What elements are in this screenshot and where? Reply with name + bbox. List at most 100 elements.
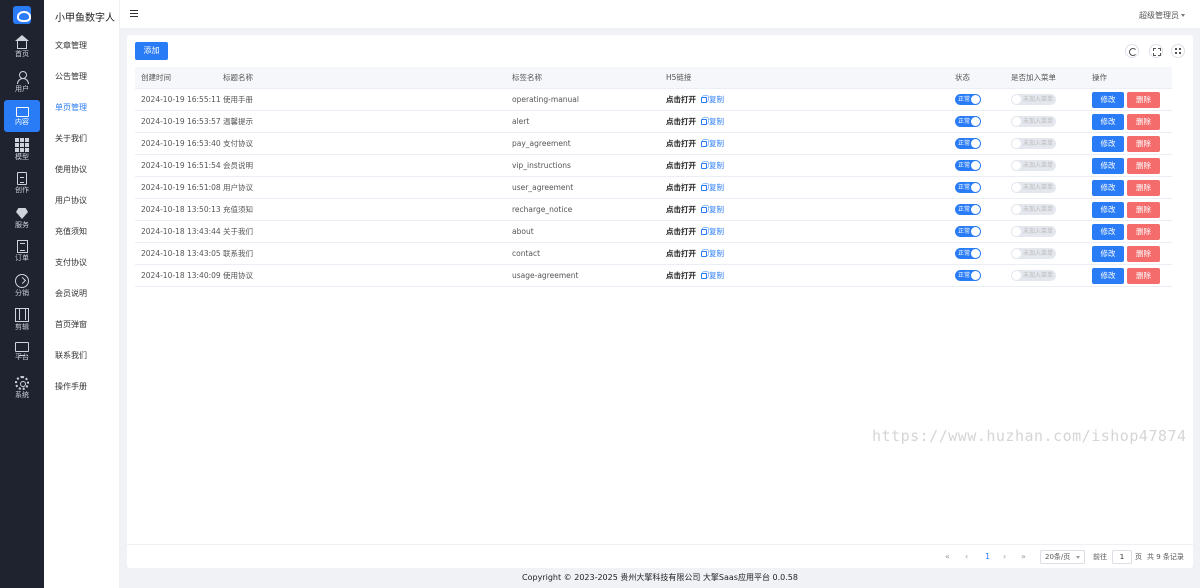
goto-page-input[interactable]: 1 — [1112, 550, 1132, 564]
cell-h5-link: 点击打开 复制 — [666, 155, 724, 176]
edit-button[interactable]: 修改 — [1092, 202, 1124, 218]
rail-item-1[interactable]: 用户 — [4, 66, 40, 98]
menu-toggle[interactable]: 未加入菜单 — [1011, 226, 1056, 237]
status-toggle[interactable]: 正常 — [955, 204, 981, 215]
delete-button[interactable]: 删除 — [1127, 136, 1160, 152]
rail-item-7[interactable]: 分销 — [4, 270, 40, 302]
open-link[interactable]: 点击打开 — [666, 271, 696, 280]
prev-page-icon[interactable]: ‹ — [965, 552, 968, 561]
cell-created-time: 2024-10-18 13:40:09 — [141, 271, 221, 280]
add-button[interactable]: 添加 — [135, 42, 168, 60]
page-number-current[interactable]: 1 — [985, 552, 990, 561]
submenu-item-2[interactable]: 单页管理 — [44, 92, 119, 123]
copy-link-button[interactable]: 复制 — [701, 117, 724, 126]
refresh-icon[interactable] — [1125, 44, 1139, 58]
next-page-icon[interactable]: › — [1003, 552, 1006, 561]
submenu-item-0[interactable]: 文章管理 — [44, 30, 119, 61]
rail-item-9[interactable]: 平台 — [4, 338, 40, 370]
cell-h5-link: 点击打开 复制 — [666, 265, 724, 286]
secondary-menu: 小甲鱼数字人 文章管理 公告管理 单页管理 关于我们 使用协议 用户协议 充值须知 支付协议会… — [44, 0, 120, 588]
page-size-select[interactable]: 20条/页 — [1040, 550, 1085, 564]
status-toggle[interactable]: 正常 — [955, 138, 981, 149]
open-link[interactable]: 点击打开 — [666, 139, 696, 148]
rail-item-10[interactable]: 系统 — [4, 372, 40, 404]
copy-link-button[interactable]: 复制 — [701, 139, 724, 148]
copy-link-button[interactable]: 复制 — [701, 161, 724, 170]
rail-item-6[interactable]: 订单 — [4, 236, 40, 268]
rail-item-2[interactable]: 内容 — [4, 100, 40, 132]
copy-link-button[interactable]: 复制 — [701, 183, 724, 192]
menu-toggle[interactable]: 未加入菜单 — [1011, 204, 1056, 215]
menu-toggle-label: 未加入菜单 — [1023, 96, 1054, 103]
status-toggle[interactable]: 正常 — [955, 94, 981, 105]
delete-button[interactable]: 删除 — [1127, 268, 1160, 284]
open-link[interactable]: 点击打开 — [666, 161, 696, 170]
cell-tag: contact — [512, 249, 541, 258]
edit-button[interactable]: 修改 — [1092, 114, 1124, 130]
edit-button[interactable]: 修改 — [1092, 224, 1124, 240]
submenu-item-6[interactable]: 充值须知 — [44, 216, 119, 247]
delete-button[interactable]: 删除 — [1127, 224, 1160, 240]
status-toggle[interactable]: 正常 — [955, 248, 981, 259]
delete-button[interactable]: 删除 — [1127, 180, 1160, 196]
status-toggle[interactable]: 正常 — [955, 116, 981, 127]
edit-button[interactable]: 修改 — [1092, 268, 1124, 284]
rail-item-8[interactable]: 剪辑 — [4, 304, 40, 336]
edit-button[interactable]: 修改 — [1092, 180, 1124, 196]
open-link[interactable]: 点击打开 — [666, 205, 696, 214]
open-link[interactable]: 点击打开 — [666, 183, 696, 192]
submenu-item-3[interactable]: 关于我们 — [44, 123, 119, 154]
admin-user-menu[interactable]: 超级管理员 — [1139, 10, 1185, 21]
submenu-item-11[interactable]: 操作手册 — [44, 371, 119, 402]
column-settings-icon[interactable] — [1171, 44, 1185, 58]
menu-toggle[interactable]: 未加入菜单 — [1011, 116, 1056, 127]
copy-link-button[interactable]: 复制 — [701, 271, 724, 280]
menu-toggle-icon[interactable] — [130, 10, 138, 17]
open-link[interactable]: 点击打开 — [666, 117, 696, 126]
status-toggle[interactable]: 正常 — [955, 226, 981, 237]
open-link[interactable]: 点击打开 — [666, 249, 696, 258]
rail-item-0[interactable]: 首页 — [4, 32, 40, 64]
copy-link-button[interactable]: 复制 — [701, 205, 724, 214]
menu-toggle[interactable]: 未加入菜单 — [1011, 182, 1056, 193]
edit-button[interactable]: 修改 — [1092, 92, 1124, 108]
menu-toggle[interactable]: 未加入菜单 — [1011, 160, 1056, 171]
status-toggle[interactable]: 正常 — [955, 270, 981, 281]
table-row: 2024-10-19 16:53:40 支付协议 pay_agreement 点击打开… — [135, 133, 1172, 155]
rail-item-3[interactable]: 模型 — [4, 134, 40, 166]
open-link[interactable]: 点击打开 — [666, 95, 696, 104]
menu-toggle[interactable]: 未加入菜单 — [1011, 94, 1056, 105]
submenu-item-9[interactable]: 首页弹窗 — [44, 309, 119, 340]
submenu-item-10[interactable]: 联系我们 — [44, 340, 119, 371]
rail-item-4[interactable]: 创作 — [4, 168, 40, 200]
delete-button[interactable]: 删除 — [1127, 202, 1160, 218]
cell-h5-link: 点击打开 复制 — [666, 221, 724, 242]
submenu-item-5[interactable]: 用户协议 — [44, 185, 119, 216]
edit-button[interactable]: 修改 — [1092, 158, 1124, 174]
last-page-icon[interactable]: » — [1021, 552, 1026, 561]
first-page-icon[interactable]: « — [945, 552, 950, 561]
edit-button[interactable]: 修改 — [1092, 136, 1124, 152]
menu-toggle[interactable]: 未加入菜单 — [1011, 138, 1056, 149]
copy-link-button[interactable]: 复制 — [701, 95, 724, 104]
submenu-item-7[interactable]: 支付协议 — [44, 247, 119, 278]
status-toggle[interactable]: 正常 — [955, 182, 981, 193]
status-toggle[interactable]: 正常 — [955, 160, 981, 171]
menu-toggle[interactable]: 未加入菜单 — [1011, 248, 1056, 259]
menu-toggle[interactable]: 未加入菜单 — [1011, 270, 1056, 281]
delete-button[interactable]: 删除 — [1127, 246, 1160, 262]
copy-link-button[interactable]: 复制 — [701, 227, 724, 236]
copy-link-button[interactable]: 复制 — [701, 249, 724, 258]
submenu-item-1[interactable]: 公告管理 — [44, 61, 119, 92]
delete-button[interactable]: 删除 — [1127, 114, 1160, 130]
open-link[interactable]: 点击打开 — [666, 227, 696, 236]
fullscreen-icon[interactable] — [1149, 44, 1163, 58]
submenu-item-8[interactable]: 会员说明 — [44, 278, 119, 309]
delete-button[interactable]: 删除 — [1127, 158, 1160, 174]
cell-created-time: 2024-10-19 16:51:08 — [141, 183, 221, 192]
submenu-item-4[interactable]: 使用协议 — [44, 154, 119, 185]
rail-item-5[interactable]: 服务 — [4, 202, 40, 234]
delete-button[interactable]: 删除 — [1127, 92, 1160, 108]
edit-button[interactable]: 修改 — [1092, 246, 1124, 262]
app-logo[interactable] — [13, 6, 31, 24]
